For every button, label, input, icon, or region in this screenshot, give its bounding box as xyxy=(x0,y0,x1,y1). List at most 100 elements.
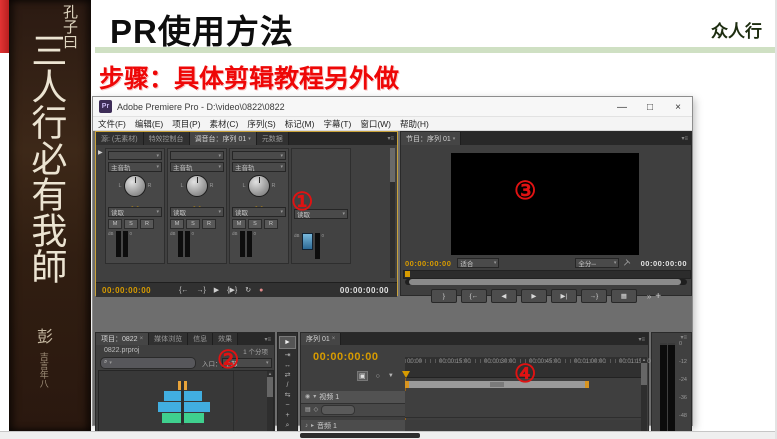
zoom-tool-icon[interactable]: ⌕ xyxy=(286,422,290,429)
fader-track[interactable] xyxy=(115,231,121,257)
mute-button[interactable]: M xyxy=(232,219,246,229)
solo-button[interactable]: S xyxy=(186,219,200,229)
fader-track[interactable] xyxy=(239,231,245,257)
sequence-item[interactable] xyxy=(151,381,213,431)
close-button[interactable]: × xyxy=(672,102,684,113)
menu-help[interactable]: 帮助(H) xyxy=(400,118,429,130)
track-select-tool-icon[interactable]: ⇥ xyxy=(285,352,291,359)
chevron-down-icon[interactable]: ▾ xyxy=(453,136,456,142)
timeline-playhead[interactable] xyxy=(402,371,410,378)
project-file-name[interactable]: 0822.prproj xyxy=(104,347,139,354)
more-buttons-icon[interactable]: » xyxy=(647,292,651,301)
panel-menu-icon[interactable]: ▾≡ xyxy=(678,132,691,145)
tab-audio-mixer[interactable]: 调音台：序列 01 ▾ xyxy=(189,132,257,145)
record-arm-button[interactable]: R xyxy=(202,219,216,229)
keyframe-icon[interactable]: ◇ xyxy=(314,407,319,413)
pen-tool-icon[interactable]: ~ xyxy=(285,402,289,409)
solo-button[interactable]: S xyxy=(124,219,138,229)
video1-lane[interactable] xyxy=(405,391,642,405)
tab-program-monitor[interactable]: 节目：序列 01 ▾ xyxy=(401,132,462,145)
program-timecode-current[interactable]: 00:00:00:00 xyxy=(405,259,451,268)
record-icon[interactable]: ● xyxy=(259,287,263,294)
program-playhead[interactable] xyxy=(405,271,410,277)
speaker-icon[interactable]: ♪ xyxy=(305,423,308,429)
close-tab-icon[interactable]: × xyxy=(140,336,144,342)
menu-marker[interactable]: 标记(M) xyxy=(285,118,315,130)
pan-knob[interactable] xyxy=(247,175,270,197)
set-display-style-icon[interactable]: ▤ xyxy=(305,407,311,413)
fit-dropdown[interactable]: 适合 ▾ xyxy=(457,258,500,268)
bin-scrollbar[interactable]: ▴ ▾ xyxy=(267,371,273,439)
tab-metadata[interactable]: 元数据 xyxy=(256,132,289,145)
mute-button[interactable]: M xyxy=(108,219,122,229)
goto-in-button[interactable]: {← xyxy=(460,289,487,303)
master-fader-handle[interactable] xyxy=(301,233,313,250)
output-track-dropdown[interactable]: 主音轨 ▾ xyxy=(170,162,224,172)
output-track-dropdown[interactable]: 主音轨 ▾ xyxy=(232,162,286,172)
expand-arrow-icon[interactable]: ▶ xyxy=(98,149,103,156)
search-input[interactable]: ⌕ ▾ xyxy=(100,356,196,369)
tab-project[interactable]: 项目：0822 × xyxy=(96,333,150,345)
loop-icon[interactable]: ↻ xyxy=(245,286,251,294)
ripple-edit-tool-icon[interactable]: ↔ xyxy=(284,362,291,369)
menu-window[interactable]: 窗口(W) xyxy=(360,118,391,130)
automation-dropdown[interactable]: 读取 ▾ xyxy=(108,207,162,217)
output-track-dropdown[interactable]: 主音轨 ▾ xyxy=(108,162,162,172)
video1-lane-lower[interactable] xyxy=(405,404,642,418)
tab-info[interactable]: 信息 xyxy=(188,333,214,345)
export-frame-button[interactable]: ▦ xyxy=(610,289,637,303)
maximize-button[interactable]: □ xyxy=(644,102,656,113)
video1-options-row[interactable]: ▤ ◇ xyxy=(301,404,405,417)
mixer-timecode-current[interactable]: 00:00:00:00 xyxy=(102,286,151,295)
tab-effect-controls[interactable]: 特效控制台 xyxy=(143,132,190,145)
effect-slot-dropdown[interactable]: ▾ xyxy=(232,151,286,160)
marker-lamp-icon[interactable]: ○ xyxy=(376,373,380,380)
menu-project[interactable]: 项目(P) xyxy=(172,118,200,130)
hand-tool-icon[interactable]: + xyxy=(285,412,289,419)
record-arm-button[interactable]: R xyxy=(264,219,278,229)
record-arm-button[interactable]: R xyxy=(140,219,154,229)
automation-dropdown[interactable]: 读取 ▾ xyxy=(232,207,286,217)
pan-knob[interactable] xyxy=(123,175,146,197)
tab-sequence-01[interactable]: 序列 01 × xyxy=(301,333,342,345)
slip-tool-icon[interactable]: ⇆ xyxy=(285,392,291,399)
play-icon[interactable]: ▶ xyxy=(214,286,219,294)
video1-track-header[interactable]: ◉ ▾ 视频 1 xyxy=(301,391,405,404)
tab-source[interactable]: 源: (无素材) xyxy=(96,132,144,145)
work-area-bar[interactable] xyxy=(405,381,589,388)
goto-in-icon[interactable]: {← xyxy=(179,287,188,294)
timeline-vscrollbar[interactable]: ▴ ▾ xyxy=(641,357,647,439)
menu-edit[interactable]: 编辑(E) xyxy=(135,118,163,130)
goto-out-icon[interactable]: →} xyxy=(196,287,205,294)
panel-menu-icon[interactable]: ▾≡ xyxy=(261,333,274,345)
project-bin-area[interactable]: ▴ ▾ xyxy=(98,370,274,439)
step-back-button[interactable]: ◀ xyxy=(490,289,517,303)
mixer-scrollbar[interactable] xyxy=(390,148,395,278)
selection-tool-icon[interactable]: ► xyxy=(279,336,296,349)
mark-out-button[interactable]: } xyxy=(430,289,457,303)
effect-slot-dropdown[interactable]: ▾ xyxy=(108,151,162,160)
menu-clip[interactable]: 素材(C) xyxy=(210,118,239,130)
collapse-track-icon[interactable]: ▾ xyxy=(313,394,316,400)
program-video-preview[interactable] xyxy=(451,153,639,255)
tab-media-browser[interactable]: 媒体浏览 xyxy=(149,333,189,345)
program-time-ruler[interactable] xyxy=(403,270,691,279)
automation-dropdown[interactable]: 读取 ▾ xyxy=(170,207,224,217)
eye-icon[interactable]: ◉ xyxy=(305,394,310,400)
add-button-icon[interactable]: + xyxy=(655,291,661,302)
mute-button[interactable]: M xyxy=(170,219,184,229)
tab-effects[interactable]: 效果 xyxy=(213,333,239,345)
menu-sequence[interactable]: 序列(S) xyxy=(247,118,275,130)
play-button[interactable]: ▶ xyxy=(520,289,547,303)
step-forward-button[interactable]: ▶| xyxy=(550,289,577,303)
snap-icon[interactable]: ▣ xyxy=(357,371,368,381)
fader-track[interactable] xyxy=(177,231,183,257)
add-marker-icon[interactable]: ▼ xyxy=(388,373,394,379)
settings-wrench-icon[interactable]: ⊣ xyxy=(621,257,632,268)
chevron-down-icon[interactable]: ▾ xyxy=(248,136,251,142)
program-scrollbar[interactable] xyxy=(405,279,687,285)
razor-tool-icon[interactable]: / xyxy=(287,382,289,389)
panel-menu-icon[interactable]: ▾≡ xyxy=(384,132,397,145)
rolling-edit-tool-icon[interactable]: ⇄ xyxy=(285,372,291,379)
menu-file[interactable]: 文件(F) xyxy=(98,118,126,130)
